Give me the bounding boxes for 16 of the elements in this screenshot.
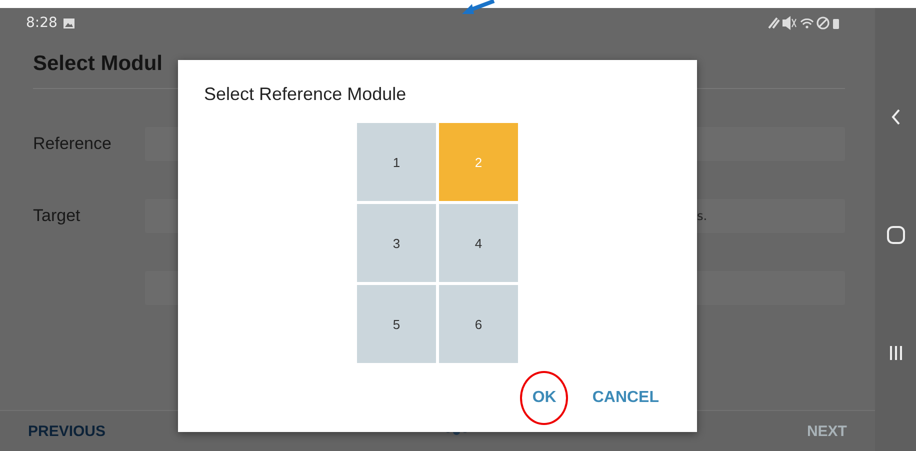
module-tile[interactable]: 1 [357,123,436,201]
dialog-button[interactable]: OK [520,371,568,425]
dialog-button[interactable]: CANCEL [580,371,671,425]
image-icon [63,18,76,28]
module-tile[interactable]: 3 [357,204,436,282]
home-icon[interactable] [886,226,904,244]
module-tile[interactable]: 6 [439,285,518,363]
module-tile[interactable]: 4 [439,204,518,282]
recents-icon[interactable] [888,344,902,360]
module-tile[interactable]: 5 [357,285,436,363]
annotation-arrow [460,0,496,16]
target-label: Target [33,206,82,226]
status-time: 8:28 [26,15,58,31]
back-icon[interactable] [890,108,900,124]
reference-label: Reference [33,134,112,154]
hint-text: s. [697,209,708,223]
